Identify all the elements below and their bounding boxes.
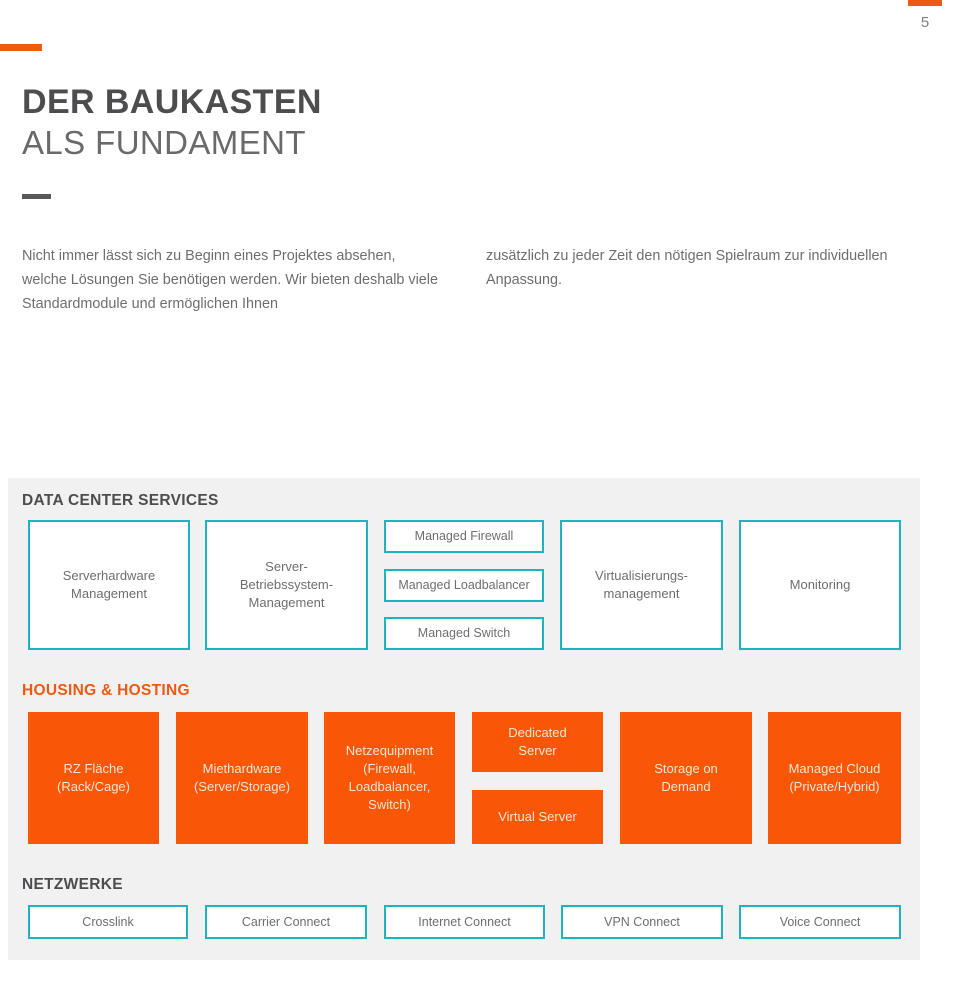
section-heading-netzwerke: NETZWERKE <box>22 876 123 893</box>
title-underline-dash <box>22 194 51 199</box>
service-box-crosslink[interactable]: Crosslink <box>28 905 188 939</box>
service-box-managed-switch[interactable]: Managed Switch <box>384 617 544 650</box>
service-box-miethardware[interactable]: Miethardware (Server/Storage) <box>176 712 308 844</box>
service-box-rz-flaeche[interactable]: RZ Fläche (Rack/Cage) <box>28 712 159 844</box>
page-title-line-2: ALS FUNDAMENT <box>22 124 306 161</box>
page-title: DER BAUKASTEN ALS FUNDAMENT <box>22 82 322 164</box>
service-box-monitoring[interactable]: Monitoring <box>739 520 901 650</box>
service-box-virtual-server[interactable]: Virtual Server <box>472 790 603 844</box>
service-box-managed-firewall[interactable]: Managed Firewall <box>384 520 544 553</box>
service-box-voice-connect[interactable]: Voice Connect <box>739 905 901 939</box>
service-box-vpn-connect[interactable]: VPN Connect <box>561 905 723 939</box>
section-heading-housing-hosting: HOUSING & HOSTING <box>22 682 190 699</box>
service-box-dedicated-server[interactable]: Dedicated Server <box>472 712 603 772</box>
accent-dash-top-left <box>0 44 42 51</box>
service-box-managed-loadbalancer[interactable]: Managed Loadbalancer <box>384 569 544 602</box>
service-box-serverhardware-management[interactable]: Serverhardware Management <box>28 520 190 650</box>
service-box-virtualisierungsmanagement[interactable]: Virtualisierungs-management <box>560 520 723 650</box>
service-box-internet-connect[interactable]: Internet Connect <box>384 905 545 939</box>
service-box-carrier-connect[interactable]: Carrier Connect <box>205 905 367 939</box>
page-title-line-1: DER BAUKASTEN <box>22 83 322 121</box>
section-heading-data-center-services: DATA CENTER SERVICES <box>22 492 219 509</box>
page-number: 5 <box>920 14 930 31</box>
page-number-accent-bar <box>908 0 942 6</box>
service-box-server-betriebssystem-management[interactable]: Server- Betriebssystem- Management <box>205 520 368 650</box>
service-box-netzequipment[interactable]: Netzequipment (Firewall, Loadbalancer, Swit… <box>324 712 455 844</box>
service-box-storage-on-demand[interactable]: Storage on Demand <box>620 712 752 844</box>
service-box-managed-cloud[interactable]: Managed Cloud (Private/Hybrid) <box>768 712 901 844</box>
intro-paragraph-left: Nicht immer lässt sich zu Beginn eines P… <box>22 248 439 312</box>
intro-paragraph-right: zusätzlich zu jeder Zeit den nötigen Spi… <box>486 248 888 288</box>
